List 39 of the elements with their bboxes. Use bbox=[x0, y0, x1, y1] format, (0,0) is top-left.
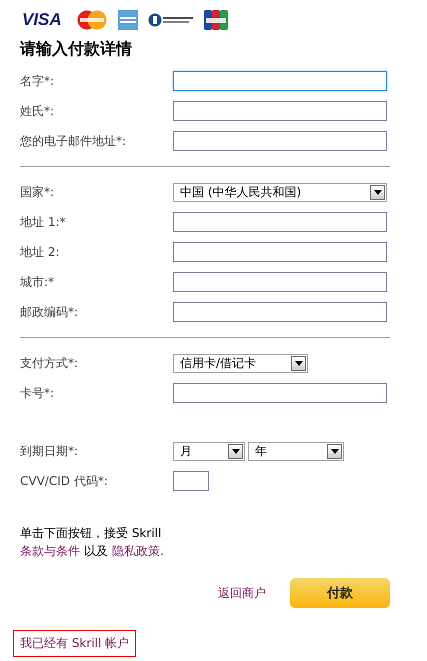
field-label: 卡号*: bbox=[20, 384, 56, 402]
privacy-link[interactable]: 隐私政策 bbox=[112, 544, 160, 558]
field-label: 支付方式*: bbox=[20, 354, 80, 372]
field-label: 您的电子邮件地址*: bbox=[20, 132, 128, 150]
field-label: 到期日期*: bbox=[20, 442, 80, 460]
terms-link[interactable]: 条款与条件 bbox=[20, 544, 80, 558]
field-label: 姓氏*: bbox=[20, 102, 56, 120]
input-field[interactable] bbox=[173, 383, 387, 403]
pay-button[interactable]: 付款 bbox=[290, 578, 390, 608]
card-logo-icon bbox=[118, 10, 138, 30]
field-label: CVV/CID 代码*: bbox=[20, 472, 109, 490]
input-field[interactable] bbox=[173, 131, 387, 151]
input-field[interactable] bbox=[173, 471, 209, 491]
input-field[interactable] bbox=[173, 302, 387, 322]
field-label: 国家*: bbox=[20, 184, 56, 200]
dropdown[interactable]: 年 bbox=[248, 442, 344, 460]
field-label: 邮政编码*: bbox=[20, 304, 80, 320]
back-to-merchant-link[interactable]: 返回商户 bbox=[218, 584, 266, 602]
input-field[interactable] bbox=[173, 212, 387, 232]
input-field[interactable] bbox=[173, 71, 387, 91]
field-label: 地址 2: bbox=[20, 244, 60, 260]
input-field[interactable] bbox=[173, 101, 387, 121]
input-field[interactable] bbox=[173, 272, 387, 292]
field-label: 城市:* bbox=[20, 274, 56, 290]
field-label: 地址 1:* bbox=[20, 214, 66, 230]
card-logo-icon bbox=[148, 13, 194, 27]
dropdown[interactable]: 信用卡/借记卡 bbox=[173, 354, 308, 372]
form-heading: 请输入付款详情 bbox=[20, 38, 133, 60]
field-label: 名字*: bbox=[20, 72, 56, 90]
card-logo-icon bbox=[76, 10, 108, 30]
card-logo-icon bbox=[204, 10, 228, 30]
dropdown[interactable]: 中国 (中华人民共和国) bbox=[173, 182, 387, 202]
terms-text: 以及 bbox=[84, 544, 108, 558]
input-field[interactable] bbox=[173, 242, 387, 262]
terms-text: 单击下面按钮，接受 Skrill bbox=[20, 526, 162, 540]
period-text: . bbox=[160, 544, 164, 558]
existing-account-link[interactable]: 我已经有 Skrill 帐户 bbox=[13, 630, 136, 657]
dropdown[interactable]: 月 bbox=[173, 442, 245, 460]
visa-logo: VISA bbox=[22, 10, 62, 30]
